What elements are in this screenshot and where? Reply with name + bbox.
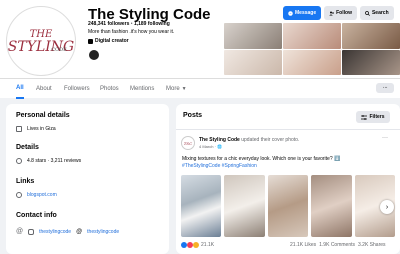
follower-avatar[interactable]: [88, 49, 100, 61]
post-header: The Styling Code updated their cover pho…: [199, 137, 299, 143]
reactions-summary[interactable]: 21.1K: [181, 242, 214, 248]
page-category: Digital creator: [88, 38, 129, 44]
instagram-icon: [28, 228, 35, 235]
follow-button[interactable]: Follow: [324, 6, 357, 20]
tab-followers[interactable]: Followers: [64, 79, 90, 99]
post-image-1[interactable]: [181, 175, 222, 237]
post-date-text[interactable]: 4 March ·: [199, 144, 217, 149]
post-image-carousel: [181, 175, 396, 237]
details-title: Details: [16, 144, 39, 151]
likes-count[interactable]: 21.1K Likes: [290, 242, 316, 248]
instagram-link[interactable]: thestylingcode: [39, 229, 71, 235]
carousel-next-button[interactable]: ›: [380, 200, 394, 214]
contact-info-title: Contact info: [16, 212, 57, 219]
globe-icon: 🌐: [217, 144, 222, 149]
post-author-avatar[interactable]: TSC: [181, 136, 195, 150]
logo-the: THE: [29, 28, 53, 40]
following-count[interactable]: 1,189 following: [134, 21, 170, 27]
shares-count[interactable]: 3.2K Shares: [358, 242, 386, 248]
post-text: Mixing textures for a chic everyday look…: [182, 156, 341, 162]
more-options-button[interactable]: ···: [376, 83, 394, 93]
message-label: Message: [295, 10, 317, 16]
post-image-4[interactable]: [311, 175, 352, 237]
lives-in-row: Lives in Giza: [16, 126, 56, 132]
cover-image-5: [283, 49, 341, 75]
engagement-stats: 21.1K Likes 1.9K Comments 3.2K Shares: [290, 242, 386, 248]
cover-image-4: [224, 49, 282, 75]
tab-about[interactable]: About: [36, 79, 52, 99]
post-image-2[interactable]: [224, 175, 265, 237]
tab-all[interactable]: All: [16, 79, 24, 99]
intro-card: Personal details Lives in Giza Details 4…: [6, 104, 169, 254]
cover-image-3: [342, 23, 400, 49]
tab-more-label: More: [166, 86, 180, 92]
follow-label: Follow: [336, 10, 352, 16]
posts-section: Posts Filters TSC The Styling Code updat…: [176, 104, 400, 254]
followers-count[interactable]: 248,341 followers: [88, 21, 129, 27]
post-date: 4 March · 🌐: [199, 144, 222, 149]
filters-button[interactable]: Filters: [356, 111, 390, 123]
follow-icon: [329, 11, 335, 15]
profile-tabs: All About Followers Photos Mentions More…: [0, 78, 400, 99]
tab-mentions[interactable]: Mentions: [130, 79, 154, 99]
page-header: THE STYLING CODE The Styling Code 248,34…: [0, 0, 400, 78]
threads-icon: @: [76, 228, 83, 235]
post-image-3[interactable]: [267, 175, 309, 237]
messenger-icon: [288, 10, 293, 16]
cover-image-1: [224, 23, 282, 49]
reactions-count: 21.1K: [201, 242, 215, 248]
globe-icon: [16, 192, 22, 198]
page-tagline: More than fashion .it's how you wear it.: [88, 29, 175, 35]
chevron-right-icon: ›: [385, 203, 389, 211]
profile-avatar[interactable]: THE STYLING CODE: [6, 6, 76, 76]
action-buttons: Message Follow Search: [283, 6, 394, 20]
cover-image-2: [283, 23, 341, 49]
social-row: @ thestylingcode @ thestylingcode: [16, 228, 119, 235]
tab-photos[interactable]: Photos: [100, 79, 119, 99]
post-action-text: updated their cover photo.: [239, 137, 300, 143]
search-button[interactable]: Search: [359, 6, 394, 20]
links-title: Links: [16, 178, 35, 185]
comments-count[interactable]: 1.9K Comments: [319, 242, 355, 248]
cover-photo-collage[interactable]: [224, 23, 400, 75]
haha-reaction-icon: [193, 242, 199, 248]
tab-more[interactable]: More ▼: [166, 79, 187, 99]
posts-title: Posts: [183, 112, 203, 119]
message-button[interactable]: Message: [283, 6, 322, 20]
search-label: Search: [371, 10, 389, 16]
post-author-name[interactable]: The Styling Code: [199, 137, 240, 143]
post-hashtags[interactable]: #TheStylingCode #SpringFashion: [182, 163, 257, 169]
cover-image-6: [342, 49, 400, 75]
lives-in-text: Lives in Giza: [27, 126, 56, 132]
search-icon: [365, 10, 370, 16]
website-link[interactable]: blogspot.com: [27, 192, 57, 198]
rating-row: 4.8 stars · 3,211 reviews: [16, 158, 81, 164]
filters-icon: [361, 114, 368, 120]
rating-text: 4.8 stars · 3,211 reviews: [27, 158, 82, 164]
threads-link[interactable]: thestylingcode: [87, 229, 119, 235]
star-icon: [16, 158, 22, 164]
category-icon: [88, 38, 93, 44]
logo-code: CODE: [51, 46, 67, 53]
category-label: Digital creator: [95, 38, 129, 44]
follower-stats: 248,341 followers • 1,189 following: [88, 21, 170, 27]
home-icon: [16, 126, 22, 132]
link-row: blogspot.com: [16, 192, 57, 198]
chevron-down-icon: ▼: [181, 86, 187, 92]
filters-label: Filters: [369, 114, 385, 120]
post-card: TSC The Styling Code updated their cover…: [176, 129, 400, 254]
post-menu-button[interactable]: ···: [382, 135, 388, 141]
personal-details-title: Personal details: [16, 112, 70, 119]
at-icon: @: [16, 228, 24, 235]
